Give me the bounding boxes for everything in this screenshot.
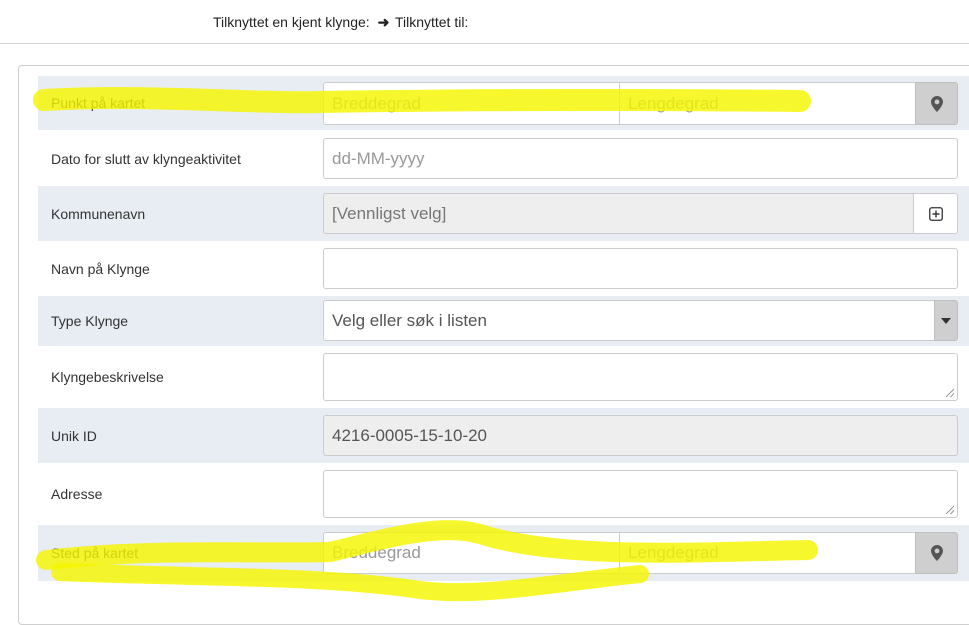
resize-handle-icon[interactable] — [946, 506, 954, 514]
row-unique-id: Unik ID 4216-0005-15-10-20 — [38, 408, 969, 463]
municipality-add-button[interactable] — [913, 193, 958, 234]
connected-to-label: Tilknyttet til: — [394, 14, 469, 30]
row-municipality: Kommunenavn [Vennligst velg] — [38, 186, 969, 241]
map-marker-icon — [930, 95, 943, 112]
cluster-name-input[interactable] — [323, 248, 958, 289]
row-end-date: Dato for slutt av klyngeaktivitet dd-MM-… — [38, 130, 969, 186]
point-on-map-label: Punkt på kartet — [51, 95, 146, 111]
unique-id-field: 4216-0005-15-10-20 — [323, 415, 958, 456]
municipality-label: Kommunenavn — [51, 206, 146, 222]
cluster-type-dropdown-button[interactable] — [934, 300, 958, 341]
cluster-description-label: Klyngebeskrivelse — [51, 369, 164, 385]
point-map-button[interactable] — [915, 82, 958, 125]
connected-known-cluster-label: Tilknyttet en kjent klynge: — [213, 14, 370, 30]
municipality-select[interactable]: [Vennligst velg] — [323, 193, 914, 234]
caret-down-icon — [941, 317, 951, 324]
place-longitude-input[interactable]: Lengdegrad — [619, 532, 916, 574]
arrow-right-icon: ➜ — [377, 14, 390, 30]
row-cluster-type: Type Klynge Velg eller søk i listen — [38, 296, 969, 346]
plus-square-icon — [928, 206, 943, 221]
place-on-map-label: Sted på kartet — [51, 545, 139, 561]
cluster-link-text: Tilknyttet en kjent klynge: ➜ Tilknyttet… — [213, 14, 468, 31]
address-label: Adresse — [51, 486, 103, 502]
cluster-name-label: Navn på Klynge — [51, 261, 150, 277]
cluster-description-textarea[interactable] — [323, 353, 958, 401]
place-map-button[interactable] — [915, 532, 958, 574]
address-textarea[interactable] — [323, 470, 958, 518]
point-latitude-input[interactable]: Breddegrad — [323, 82, 620, 125]
row-point-on-map: Punkt på kartet Breddegrad Lengdegrad — [38, 76, 969, 130]
cluster-link-bar: Tilknyttet en kjent klynge: ➜ Tilknyttet… — [0, 0, 969, 44]
point-longitude-input[interactable]: Lengdegrad — [619, 82, 916, 125]
end-date-label: Dato for slutt av klyngeaktivitet — [51, 151, 241, 167]
cluster-type-select[interactable]: Velg eller søk i listen — [323, 300, 935, 341]
resize-handle-icon[interactable] — [946, 389, 954, 397]
row-cluster-description: Klyngebeskrivelse — [38, 346, 969, 408]
map-marker-icon — [930, 545, 943, 561]
place-latitude-input[interactable]: Breddegrad — [323, 532, 620, 574]
row-place-on-map: Sted på kartet Breddegrad Lengdegrad — [38, 525, 969, 581]
unique-id-label: Unik ID — [51, 428, 97, 444]
row-address: Adresse — [38, 463, 969, 525]
row-cluster-name: Navn på Klynge — [38, 241, 969, 296]
end-date-input[interactable]: dd-MM-yyyy — [323, 138, 958, 179]
cluster-type-label: Type Klynge — [51, 313, 129, 329]
